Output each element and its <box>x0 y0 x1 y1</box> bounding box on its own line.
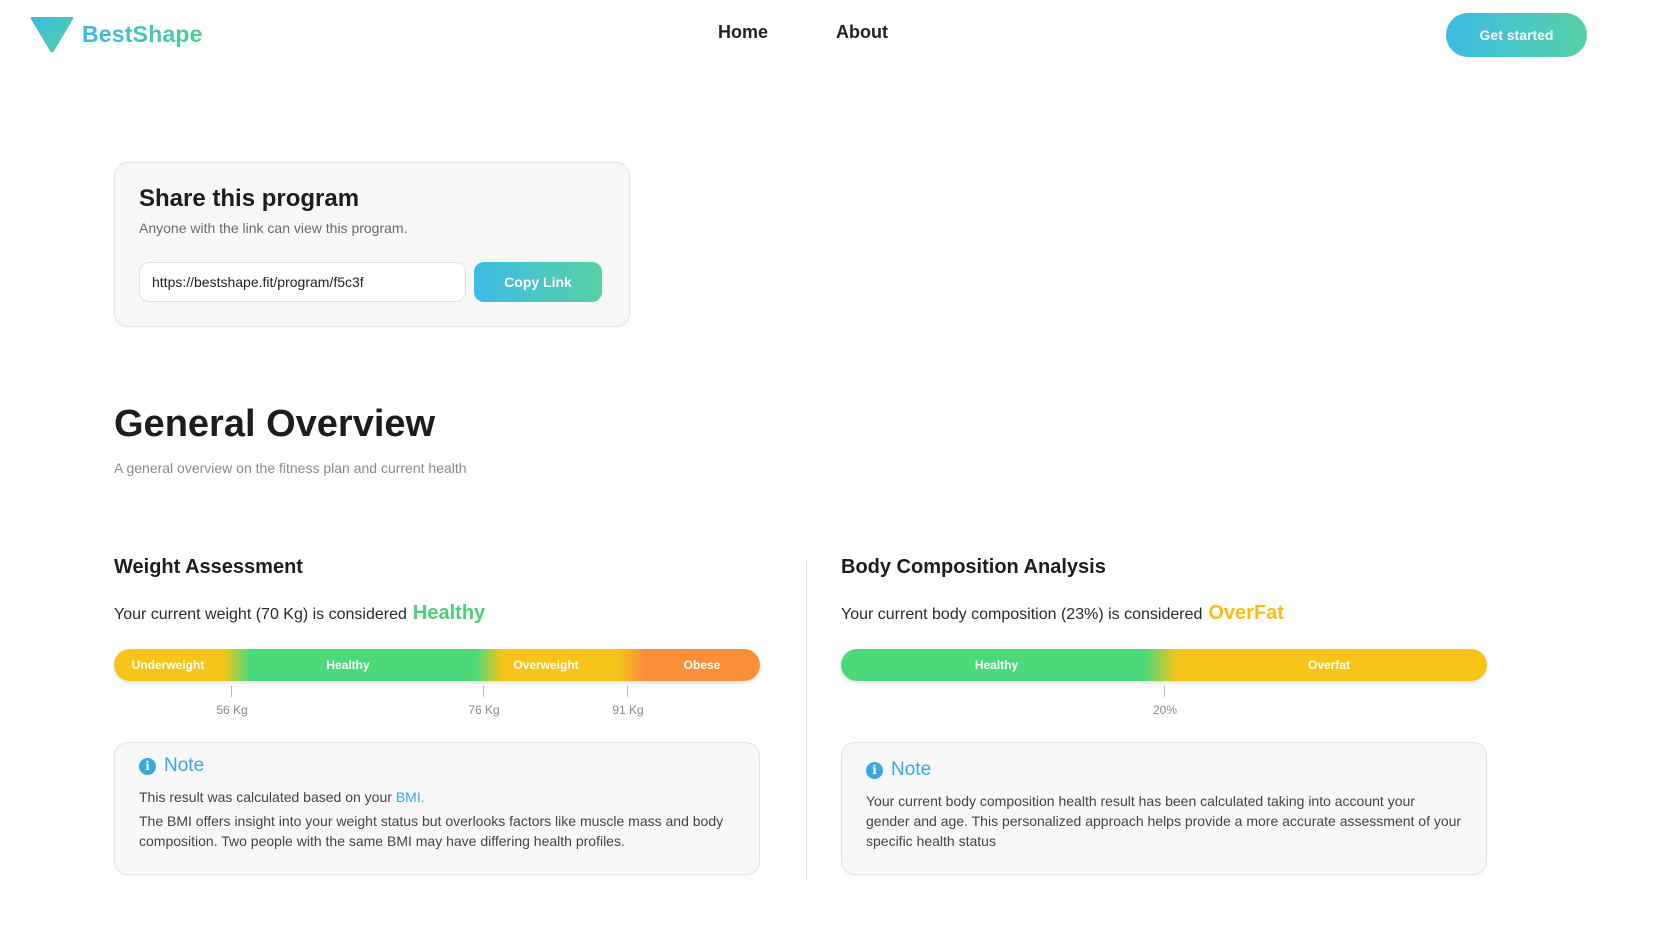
weight-status-line: Your current weight (70 Kg) is considere… <box>114 602 485 625</box>
body-tick-20 <box>1164 686 1165 697</box>
body-note-text: Your current body composition health res… <box>866 793 1462 849</box>
body-status-line: Your current body composition (23%) is c… <box>841 602 1284 625</box>
nav-about-link[interactable]: About <box>836 22 888 43</box>
body-composition-scale-bar: Healthy Overfat <box>841 649 1487 681</box>
weight-note-text: This result was calculated based on your… <box>139 787 735 807</box>
weight-tick-56 <box>231 686 232 697</box>
weight-tick-label-76: 76 Kg <box>468 703 500 717</box>
segment-healthy: Healthy <box>326 658 370 672</box>
weight-assessment-title: Weight Assessment <box>114 556 303 578</box>
segment-overfat: Overfat <box>1307 658 1351 672</box>
info-icon: i <box>139 757 156 775</box>
weight-note-header: i Note <box>139 755 204 777</box>
segment-underweight: Underweight <box>131 658 205 672</box>
main-nav: Home About <box>718 22 888 43</box>
body-status-prefix: Your current body composition (23%) is c… <box>841 606 1203 623</box>
weight-status-value: Healthy <box>412 602 486 624</box>
top-navbar: BestShape Home About Get started <box>0 0 1653 70</box>
share-title: Share this program <box>139 185 360 212</box>
body-composition-title: Body Composition Analysis <box>841 556 1106 578</box>
weight-note-line2: The BMI offers insight into your weight … <box>139 813 724 849</box>
share-program-card: Share this program Anyone with the link … <box>114 162 630 327</box>
get-started-button[interactable]: Get started <box>1446 13 1587 57</box>
body-note-title: Note <box>891 759 932 780</box>
weight-note-title: Note <box>164 755 205 776</box>
bmi-link[interactable]: BMI. <box>396 789 425 805</box>
logo-icon <box>30 17 74 53</box>
copy-link-button[interactable]: Copy Link <box>474 262 602 302</box>
segment-obese: Obese <box>683 658 721 672</box>
segment-healthy: Healthy <box>974 658 1019 672</box>
body-note-header: i Note <box>866 759 931 781</box>
share-link-input[interactable] <box>139 262 466 302</box>
weight-tick-91 <box>627 686 628 697</box>
weight-note-card: i Note This result was calculated based … <box>114 742 760 875</box>
column-divider <box>806 560 807 880</box>
weight-tick-label-91: 91 Kg <box>612 703 644 717</box>
page-subtitle: A general overview on the fitness plan a… <box>114 460 467 476</box>
weight-note-line1: This result was calculated based on your <box>139 789 396 805</box>
weight-scale-bar: Underweight Healthy Overweight Obese <box>114 649 760 681</box>
weight-tick-label-56: 56 Kg <box>216 703 248 717</box>
body-tick-label-20: 20% <box>1152 703 1178 717</box>
share-subtitle: Anyone with the link can view this progr… <box>139 220 408 236</box>
info-icon: i <box>866 761 883 779</box>
nav-home-link[interactable]: Home <box>718 22 768 43</box>
weight-status-prefix: Your current weight (70 Kg) is considere… <box>114 606 407 623</box>
brand-name: BestShape <box>82 20 203 47</box>
body-status-value: OverFat <box>1208 602 1284 624</box>
brand-logo[interactable]: BestShape <box>30 14 203 54</box>
page-title: General Overview <box>114 403 436 445</box>
segment-overweight: Overweight <box>513 658 579 672</box>
body-note-card: i Note Your current body composition hea… <box>841 742 1487 875</box>
weight-tick-76 <box>483 686 484 697</box>
